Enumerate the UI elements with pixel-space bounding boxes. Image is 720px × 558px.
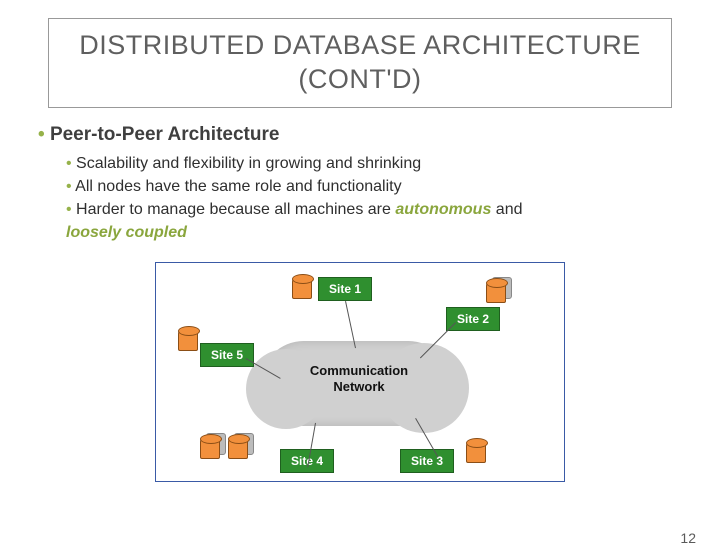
database-icon [292, 277, 312, 299]
title-box: DISTRIBUTED DATABASE ARCHITECTURE (CONT'… [48, 18, 672, 108]
sub-bullet-list: Scalability and flexibility in growing a… [66, 152, 690, 245]
main-bullet: Peer-to-Peer Architecture [38, 124, 690, 146]
database-icon [228, 437, 248, 459]
content-area: Peer-to-Peer Architecture Scalability an… [0, 116, 720, 483]
cloud-label: Communication Network [284, 363, 434, 394]
site-box: Site 1 [318, 277, 372, 301]
page-number: 12 [680, 530, 696, 546]
site-box: Site 5 [200, 343, 254, 367]
cloud-label-line1: Communication [310, 363, 408, 378]
bullet-text: and [491, 201, 522, 218]
network-diagram: Communication Network Site 1 Site 2 Site… [155, 262, 565, 482]
site-box: Site 3 [400, 449, 454, 473]
site-box: Site 4 [280, 449, 334, 473]
site-box: Site 2 [446, 307, 500, 331]
list-item: All nodes have the same role and functio… [66, 175, 690, 198]
database-icon [486, 281, 506, 303]
emphasis-autonomous: autonomous [395, 201, 491, 218]
cloud-label-line2: Network [333, 379, 384, 394]
database-icon [200, 437, 220, 459]
emphasis-loosely-coupled: loosely coupled [66, 224, 187, 241]
bullet-text: Harder to manage because all machines ar… [76, 201, 395, 218]
database-icon [178, 329, 198, 351]
list-item: Harder to manage because all machines ar… [66, 198, 690, 244]
list-item: Scalability and flexibility in growing a… [66, 152, 690, 175]
slide-title: DISTRIBUTED DATABASE ARCHITECTURE (CONT'… [61, 29, 659, 97]
database-icon [466, 441, 486, 463]
